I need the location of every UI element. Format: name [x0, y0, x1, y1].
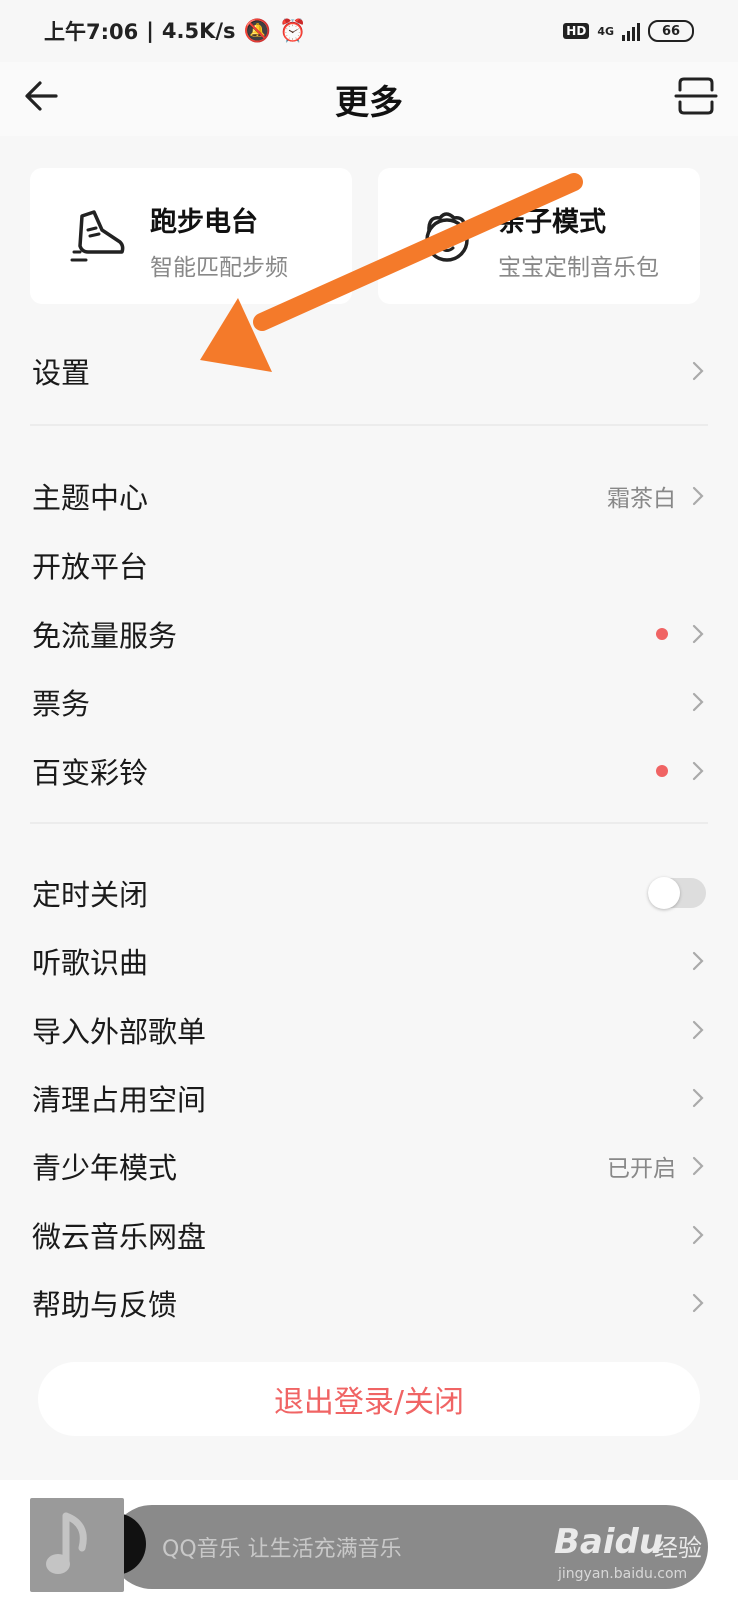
player-text: QQ音乐 让生活充满音乐: [162, 1537, 402, 1562]
menu-item-ringtone[interactable]: 百变彩铃: [0, 738, 738, 804]
watermark-brand: Baidu: [554, 1522, 664, 1562]
card-title: 亲子模式: [498, 207, 606, 238]
page-title: 更多: [335, 82, 403, 123]
menu-item-label: 免流量服务: [32, 619, 178, 653]
menu-item-open-platform[interactable]: 开放平台: [0, 532, 738, 598]
album-cover[interactable]: [30, 1498, 124, 1592]
menu-item-label: 微云音乐网盘: [32, 1220, 207, 1254]
notification-dot: [656, 765, 668, 777]
network-type: 4G: [597, 24, 614, 38]
chevron-right-icon: [692, 951, 704, 971]
chevron-right-icon: [692, 761, 704, 781]
menu-item-settings[interactable]: 设置: [0, 338, 738, 404]
menu-item-label: 帮助与反馈: [32, 1288, 178, 1322]
menu-item-label: 青少年模式: [32, 1151, 178, 1185]
battery-icon: 66: [648, 20, 694, 42]
chevron-right-icon: [692, 692, 704, 712]
status-speed: 4.5K/s: [161, 19, 236, 43]
status-time: 上午7:06: [44, 20, 139, 44]
child-face-icon: [425, 212, 469, 262]
parent-child-mode-card[interactable]: 亲子模式 宝宝定制音乐包: [378, 168, 700, 304]
card-subtitle: 宝宝定制音乐包: [498, 255, 659, 281]
back-arrow-icon[interactable]: [22, 76, 62, 116]
menu-item-label: 开放平台: [32, 550, 149, 584]
hd-badge: HD: [563, 23, 590, 39]
chevron-right-icon: [692, 1156, 704, 1176]
baidu-watermark: Baidu 经验 jingyan.baidu.com: [554, 1518, 714, 1590]
menu-item-import-playlist[interactable]: 导入外部歌单: [0, 997, 738, 1063]
menu-item-sleep-timer[interactable]: 定时关闭: [0, 860, 738, 926]
menu-item-label: 清理占用空间: [32, 1083, 207, 1117]
sleep-timer-toggle[interactable]: [648, 877, 706, 909]
menu-item-label: 主题中心: [32, 481, 149, 515]
running-shoe-icon: [70, 210, 125, 262]
menu-item-free-data[interactable]: 免流量服务: [0, 601, 738, 667]
menu-item-theme-center[interactable]: 主题中心 霜茶白: [0, 463, 738, 529]
alarm-icon: ⏰: [278, 18, 307, 44]
menu-item-tickets[interactable]: 票务: [0, 669, 738, 735]
signal-icon: [622, 21, 640, 41]
watermark-url: jingyan.baidu.com: [558, 1566, 688, 1582]
menu-item-label: 听歌识曲: [32, 946, 149, 980]
logout-button[interactable]: 退出登录/关闭: [38, 1362, 700, 1436]
divider: [30, 822, 708, 824]
menu-item-clear-storage[interactable]: 清理占用空间: [0, 1065, 738, 1131]
chevron-right-icon: [692, 486, 704, 506]
running-radio-card[interactable]: 跑步电台 智能匹配步频: [30, 168, 352, 304]
card-subtitle: 智能匹配步频: [150, 255, 288, 281]
chevron-right-icon: [692, 624, 704, 644]
mute-bell-icon: 🔕: [243, 18, 271, 44]
chevron-right-icon: [692, 1225, 704, 1245]
menu-item-weiyun-disk[interactable]: 微云音乐网盘: [0, 1202, 738, 1268]
menu-item-song-recognition[interactable]: 听歌识曲: [0, 928, 738, 994]
menu-item-label: 百变彩铃: [32, 756, 149, 790]
chevron-right-icon: [692, 361, 704, 381]
menu-item-label: 定时关闭: [32, 878, 149, 912]
menu-item-label: 票务: [32, 687, 91, 721]
menu-item-label: 导入外部歌单: [32, 1015, 207, 1049]
music-note-icon: [46, 1512, 87, 1574]
card-title: 跑步电台: [150, 207, 258, 238]
notification-dot: [656, 628, 668, 640]
scan-icon[interactable]: [674, 74, 718, 118]
menu-item-value: 已开启: [607, 1156, 676, 1182]
divider: [30, 424, 708, 426]
watermark-cn: 经验: [654, 1534, 702, 1562]
menu-item-value: 霜茶白: [607, 486, 676, 512]
status-bar: 上午7:06 | 4.5K/s 🔕 ⏰ HD 4G 66: [0, 0, 738, 62]
menu-item-help-feedback[interactable]: 帮助与反馈: [0, 1270, 738, 1336]
chevron-right-icon: [692, 1088, 704, 1108]
chevron-right-icon: [692, 1293, 704, 1313]
menu-item-teen-mode[interactable]: 青少年模式 已开启: [0, 1133, 738, 1199]
top-bar: 更多: [0, 62, 738, 136]
chevron-right-icon: [692, 1020, 704, 1040]
menu-item-label: 设置: [32, 356, 91, 390]
